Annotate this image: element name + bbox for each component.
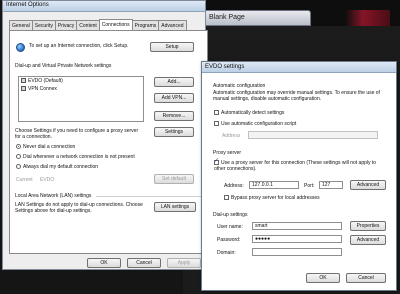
tab-general[interactable]: General xyxy=(9,20,33,30)
tab-advanced[interactable]: Advanced xyxy=(158,20,187,30)
dialup-header: Dial-up and Virtual Private Network sett… xyxy=(15,63,112,69)
auto-script-checkbox[interactable]: Use automatic configuration script xyxy=(214,121,296,127)
checkbox-checked-icon xyxy=(214,158,219,166)
domain-input[interactable] xyxy=(252,248,342,256)
password-input[interactable]: ●●●●● xyxy=(252,235,342,243)
lan-header: Local Area Network (LAN) settings xyxy=(15,193,92,199)
evdo-settings-dialog: EVDO settings Automatic configuration Au… xyxy=(201,61,397,291)
properties-button[interactable]: Properties xyxy=(350,221,386,231)
auto-config-header: Automatic configuration xyxy=(213,83,266,89)
proxy-address-input[interactable]: 127.0.0.1 xyxy=(249,181,299,189)
tab-privacy[interactable]: Privacy xyxy=(54,20,78,30)
auto-detect-checkbox[interactable]: Automatically detect settings xyxy=(214,110,284,116)
remove-button[interactable]: Remove... xyxy=(154,111,194,121)
evdo-ok-button[interactable]: OK xyxy=(306,273,340,283)
password-label: Password: xyxy=(217,237,241,243)
checkbox-icon xyxy=(224,195,229,201)
evdo-settings-titlebar[interactable]: EVDO settings xyxy=(202,62,396,73)
lan-settings-button[interactable]: LAN settings xyxy=(154,202,196,212)
use-proxy-checkbox[interactable]: Use a proxy server for this connection (… xyxy=(214,158,386,172)
tab-content[interactable]: Content xyxy=(76,20,100,30)
checkbox-icon xyxy=(214,121,219,127)
connections-panel: To set up an Internet connection, click … xyxy=(9,30,208,254)
current-label: Current xyxy=(16,177,33,183)
ok-button[interactable]: OK xyxy=(87,258,121,268)
script-address-label: Address xyxy=(222,133,241,139)
settings-description: Choose Settings if you need to configure… xyxy=(15,128,139,140)
tab-security[interactable]: Security xyxy=(31,20,56,30)
list-item[interactable]: EVDO (Default) xyxy=(19,77,143,85)
script-address-input[interactable] xyxy=(248,131,378,139)
background-browser-window: Blank Page xyxy=(183,0,400,42)
lan-divider xyxy=(96,196,201,197)
internet-options-title: Internet Options xyxy=(6,2,49,8)
username-label: User name: xyxy=(217,224,243,230)
add-button[interactable]: Add... xyxy=(154,77,194,87)
dialup-advanced-button[interactable]: Advanced xyxy=(350,235,386,245)
proxy-header: Proxy server xyxy=(213,150,242,156)
add-vpn-button[interactable]: Add VPN... xyxy=(154,93,194,103)
proxy-address-label: Address: xyxy=(224,183,244,189)
browser-tab[interactable]: Blank Page xyxy=(191,10,311,26)
evdo-settings-title: EVDO settings xyxy=(205,64,245,70)
connections-list[interactable]: EVDO (Default) VPN Connex xyxy=(18,76,144,122)
port-input[interactable]: 127 xyxy=(319,181,343,189)
tab-strip: General Security Privacy Content Connect… xyxy=(9,19,187,30)
evdo-settings-body: Automatic configuration Automatic config… xyxy=(202,73,396,290)
radio-icon xyxy=(16,164,21,170)
radio-dial-when-needed[interactable]: Dial whenever a network connection is no… xyxy=(16,154,135,160)
lan-description: LAN Settings do not apply to dial-up con… xyxy=(15,202,143,214)
settings-button[interactable]: Settings xyxy=(154,127,194,137)
internet-options-titlebar[interactable]: Internet Options xyxy=(3,1,205,12)
setup-text: To set up an Internet connection, click … xyxy=(29,43,129,49)
radio-icon xyxy=(16,154,21,160)
proxy-advanced-button[interactable]: Advanced xyxy=(350,180,386,190)
bypass-local-checkbox[interactable]: Bypass proxy server for local addresses xyxy=(224,195,320,201)
connection-icon xyxy=(21,78,26,84)
radio-selected-icon xyxy=(16,144,21,150)
checkbox-icon xyxy=(214,110,219,116)
browser-tab-title: Blank Page xyxy=(209,14,245,21)
tab-programs[interactable]: Programs xyxy=(131,20,160,30)
apply-button[interactable]: Apply xyxy=(167,258,201,268)
port-label: Port: xyxy=(304,183,315,189)
set-default-button[interactable]: Set default xyxy=(154,174,194,184)
list-item[interactable]: VPN Connex xyxy=(19,85,143,93)
globe-icon xyxy=(16,43,25,52)
browser-toolbar xyxy=(183,26,400,42)
dialup-settings-header: Dial-up settings xyxy=(213,212,248,218)
setup-button[interactable]: Setup xyxy=(150,42,194,52)
radio-always-dial[interactable]: Always dial my default connection xyxy=(16,164,98,170)
evdo-cancel-button[interactable]: Cancel xyxy=(346,273,386,283)
connection-icon xyxy=(21,86,26,92)
domain-label: Domain: xyxy=(217,250,236,256)
tab-connections[interactable]: Connections xyxy=(98,19,133,30)
username-input[interactable]: smart xyxy=(252,222,342,230)
current-value: EVDO xyxy=(40,177,55,183)
auto-config-description: Automatic configuration may override man… xyxy=(213,90,380,102)
internet-options-dialog: Internet Options General Security Privac… xyxy=(2,0,208,270)
radio-never-dial[interactable]: Never dial a connection xyxy=(16,144,75,150)
cancel-button[interactable]: Cancel xyxy=(127,258,161,268)
